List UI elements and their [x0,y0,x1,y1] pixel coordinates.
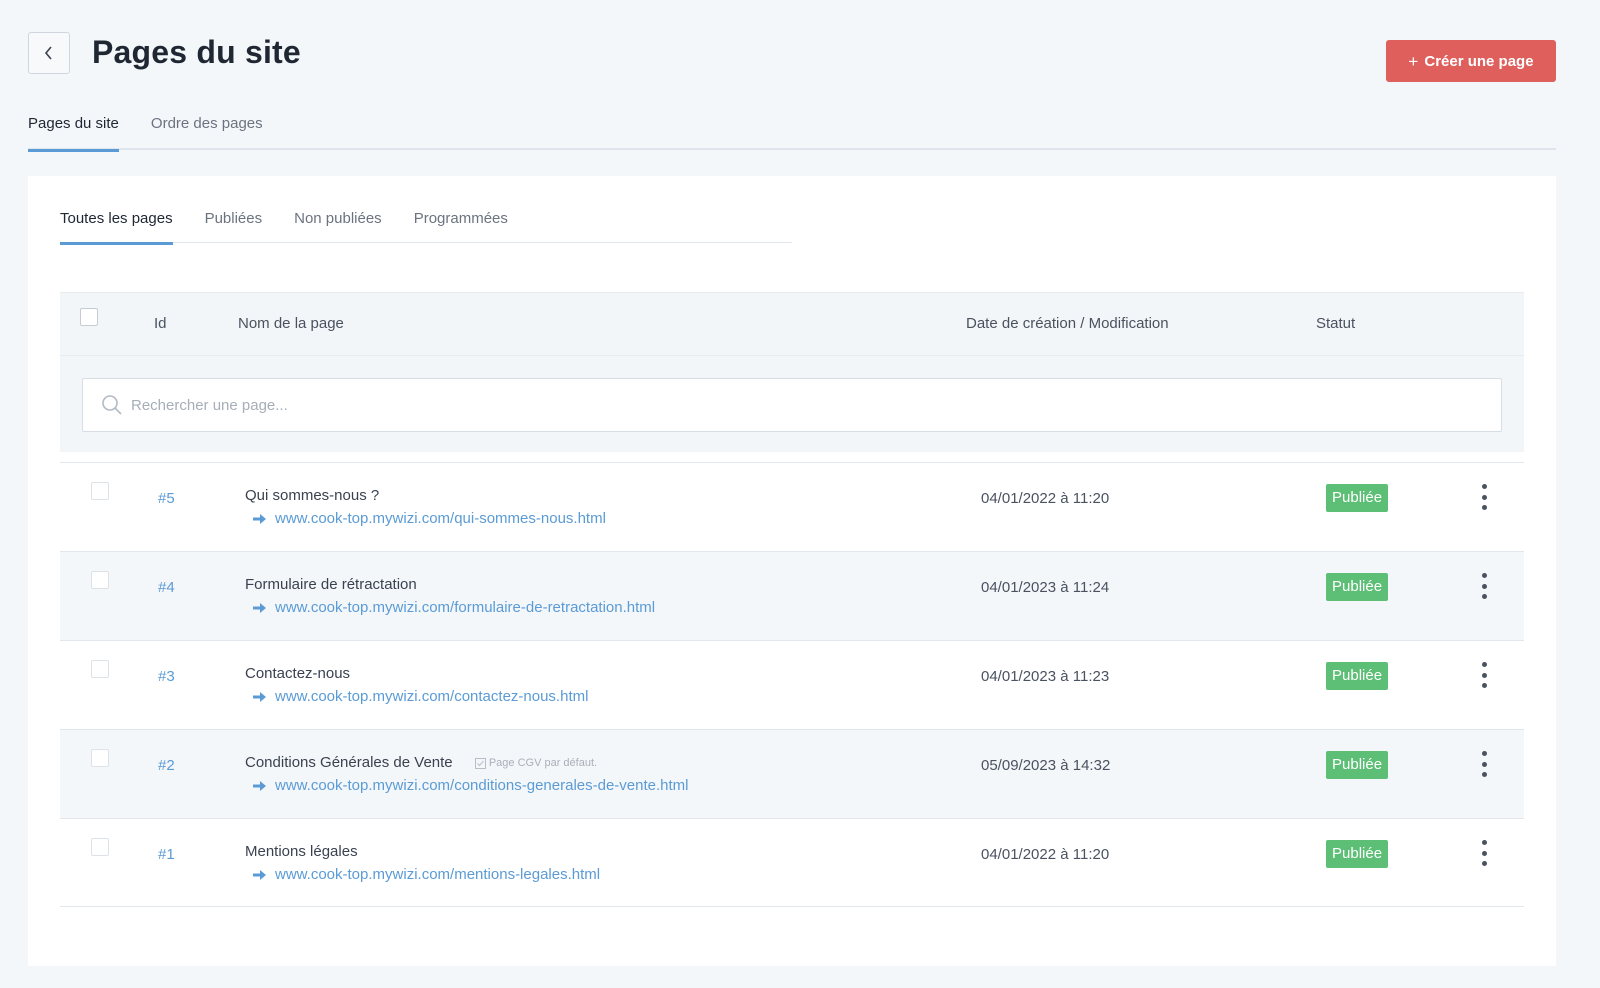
row-actions-menu[interactable] [1478,660,1490,690]
kebab-dot [1481,494,1487,500]
back-button[interactable] [28,32,70,74]
status-badge: Publiée [1326,840,1389,868]
chevron-left-icon [44,46,52,60]
tab-publiees[interactable]: Publiées [205,198,263,243]
row-id[interactable]: #1 [158,846,175,863]
table-row: #2 Conditions Générales de Vente Page CG… [60,729,1524,818]
row-date: 05/09/2023 à 14:32 [981,757,1111,774]
row-page-name: Qui sommes-nous ? [245,487,380,504]
kebab-dot [1481,662,1487,667]
row-url-link[interactable]: www.cook-top.mywizi.com/qui-sommes-nous.… [253,510,606,527]
row-page-name: Mentions légales [245,843,358,860]
search-row [60,356,1524,452]
kebab-dot [1481,761,1487,767]
kebab-dot [1481,751,1487,756]
row-url-link[interactable]: www.cook-top.mywizi.com/formulaire-de-re… [253,599,655,616]
row-page-name: Formulaire de rétractation [245,576,417,593]
kebab-dot [1481,840,1487,845]
row-checkbox[interactable] [91,571,109,589]
row-checkbox[interactable] [91,749,109,767]
default-cgv-note: Page CGV par défaut. [474,757,598,770]
row-url-link[interactable]: www.cook-top.mywizi.com/mentions-legales… [253,866,600,883]
create-page-button[interactable]: + Créer une page [1386,40,1556,82]
column-status[interactable]: Statut [1316,293,1355,355]
tab-toutes-les-pages[interactable]: Toutes les pages [60,198,173,245]
check-square-icon [474,757,486,769]
kebab-dot [1481,772,1487,777]
search-box [82,378,1502,432]
tab-ordre-des-pages[interactable]: Ordre des pages [151,103,263,150]
search-icon [102,395,122,415]
tab-non-publiees[interactable]: Non publiées [294,198,382,243]
table-row: #3 Contactez-nous www.cook-top.mywizi.co… [60,640,1524,729]
status-badge: Publiée [1326,662,1389,690]
status-badge: Publiée [1326,751,1389,779]
row-id[interactable]: #3 [158,668,175,685]
row-id[interactable]: #2 [158,757,175,774]
kebab-dot [1481,505,1487,510]
row-date: 04/01/2023 à 11:23 [981,668,1110,685]
column-id[interactable]: Id [154,293,167,355]
kebab-dot [1481,594,1487,599]
row-actions-menu[interactable] [1478,838,1490,868]
row-url-link[interactable]: www.cook-top.mywizi.com/conditions-gener… [253,777,689,794]
arrow-right-icon [253,780,266,791]
row-url[interactable]: www.cook-top.mywizi.com/contactez-nous.h… [275,688,588,705]
column-name[interactable]: Nom de la page [238,293,344,355]
kebab-dot [1481,683,1487,688]
top-tabs: Pages du site Ordre des pages [28,103,1556,152]
row-checkbox[interactable] [91,660,109,678]
arrow-right-icon [253,602,266,613]
kebab-dot [1481,583,1487,589]
row-url[interactable]: www.cook-top.mywizi.com/conditions-gener… [275,777,689,794]
kebab-dot [1481,861,1487,866]
arrow-right-icon [253,869,266,880]
row-url[interactable]: www.cook-top.mywizi.com/formulaire-de-re… [275,599,655,616]
row-url[interactable]: www.cook-top.mywizi.com/qui-sommes-nous.… [275,510,606,527]
row-actions-menu[interactable] [1478,482,1490,512]
tab-programmees[interactable]: Programmées [414,198,508,243]
row-url[interactable]: www.cook-top.mywizi.com/mentions-legales… [275,866,600,883]
row-checkbox[interactable] [91,838,109,856]
create-page-label: Créer une page [1424,52,1534,70]
row-checkbox[interactable] [91,482,109,500]
arrow-right-icon [253,691,266,702]
column-date[interactable]: Date de création / Modification [966,293,1169,355]
table-row: #5 Qui sommes-nous ? www.cook-top.mywizi… [60,462,1524,551]
table-row: #1 Mentions légales www.cook-top.mywizi.… [60,818,1524,907]
row-page-name: Contactez-nous [245,665,351,682]
row-actions-menu[interactable] [1478,749,1490,779]
plus-icon: + [1408,51,1419,71]
tab-pages-du-site[interactable]: Pages du site [28,103,119,152]
page-title: Pages du site [92,34,301,70]
filter-tabs: Toutes les pages Publiées Non publiées P… [60,198,792,245]
search-input[interactable] [131,379,1501,431]
status-badge: Publiée [1326,573,1389,601]
row-page-name-text: Conditions Générales de Vente [245,754,453,771]
row-id[interactable]: #5 [158,490,175,507]
kebab-dot [1481,573,1487,578]
row-url-link[interactable]: www.cook-top.mywizi.com/contactez-nous.h… [253,688,588,705]
kebab-dot [1481,850,1487,856]
row-page-name: Conditions Générales de Vente Page CGV p… [245,754,597,771]
arrow-right-icon [253,513,266,524]
kebab-dot [1481,672,1487,678]
table-header: Id Nom de la page Date de création / Mod… [60,292,1524,356]
pages-card: Toutes les pages Publiées Non publiées P… [28,176,1556,966]
kebab-dot [1481,484,1487,489]
default-cgv-note-text: Page CGV par défaut. [488,757,598,770]
row-date: 04/01/2022 à 11:20 [981,846,1110,863]
select-all-checkbox[interactable] [80,308,98,326]
row-date: 04/01/2022 à 11:20 [981,490,1110,507]
row-id[interactable]: #4 [158,579,175,596]
table-body: #5 Qui sommes-nous ? www.cook-top.mywizi… [60,462,1524,907]
row-date: 04/01/2023 à 11:24 [981,579,1110,596]
status-badge: Publiée [1326,484,1389,512]
row-actions-menu[interactable] [1478,571,1490,601]
table-row: #4 Formulaire de rétractation www.cook-t… [60,551,1524,640]
